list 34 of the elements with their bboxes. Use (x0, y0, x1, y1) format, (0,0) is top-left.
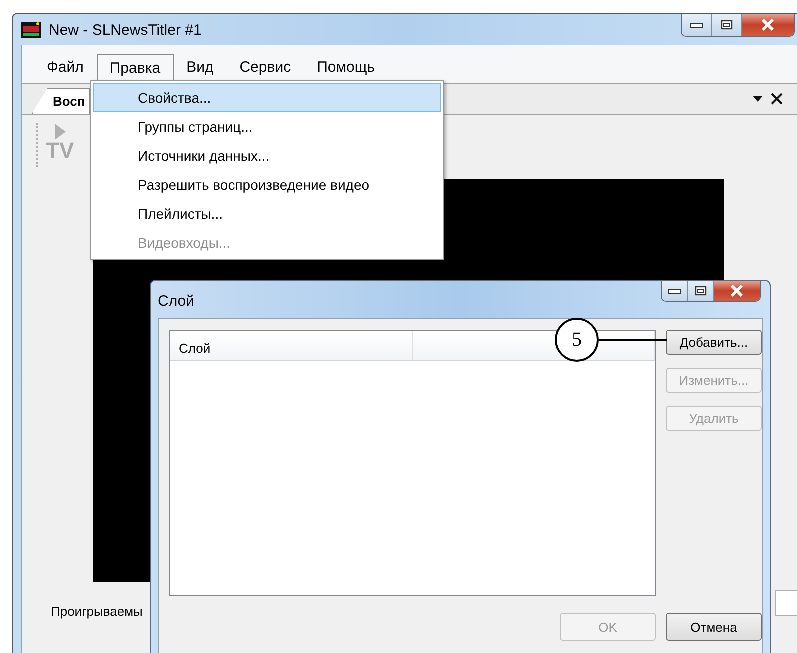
preview-label: Проигрываемы (51, 604, 144, 619)
menu-item[interactable]: Сервис (226, 53, 304, 83)
menu-item[interactable]: Вид (174, 53, 227, 83)
close-button[interactable] (714, 281, 760, 301)
app-logo-icon (21, 22, 41, 38)
tab[interactable]: Восп (32, 88, 90, 114)
close-button[interactable] (742, 14, 794, 36)
window-title: New - SLNewsTitler #1 (49, 22, 202, 39)
menu-item[interactable]: Разрешить воспроизведение видео (93, 170, 441, 199)
menu-item[interactable]: Группы страниц... (93, 112, 441, 141)
column-header[interactable]: Слой (170, 331, 412, 360)
menu-item[interactable]: Файл (34, 53, 97, 83)
close-icon (760, 19, 776, 31)
menu-item[interactable]: Правка (96, 54, 174, 83)
maximize-button[interactable] (688, 281, 714, 301)
play-icon (53, 123, 68, 141)
dialog-title: Слой (158, 293, 194, 310)
close-icon (729, 285, 745, 297)
minimize-button[interactable] (662, 281, 688, 301)
minimize-icon (668, 287, 682, 295)
menu-item[interactable]: Источники данных... (93, 141, 441, 170)
dialog-button[interactable]: Отмена (666, 613, 762, 641)
menu-item[interactable]: Помощь (304, 53, 388, 83)
minimize-icon (690, 21, 704, 29)
close-icon[interactable] (771, 93, 783, 105)
dialog-button[interactable]: Добавить... (666, 330, 762, 355)
leader-line (599, 339, 667, 341)
maximize-icon (720, 20, 732, 30)
dropdown-arrow-icon[interactable] (753, 96, 763, 102)
menu-item[interactable]: Плейлисты... (93, 199, 441, 228)
menu-item[interactable]: Свойства... (93, 83, 441, 112)
maximize-button[interactable] (712, 14, 742, 36)
maximize-icon (694, 286, 706, 296)
minimize-button[interactable] (682, 14, 712, 36)
